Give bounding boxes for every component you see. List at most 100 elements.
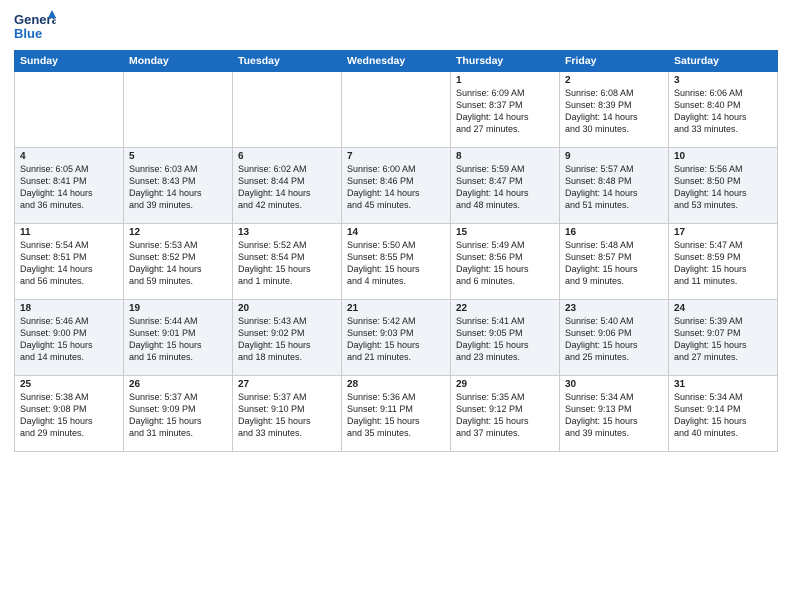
day-info: Sunrise: 6:02 AM Sunset: 8:44 PM Dayligh… <box>238 163 336 212</box>
day-info: Sunrise: 6:09 AM Sunset: 8:37 PM Dayligh… <box>456 87 554 136</box>
day-cell: 21Sunrise: 5:42 AM Sunset: 9:03 PM Dayli… <box>342 300 451 376</box>
day-info: Sunrise: 6:00 AM Sunset: 8:46 PM Dayligh… <box>347 163 445 212</box>
day-cell <box>233 72 342 148</box>
header-day-friday: Friday <box>560 51 669 72</box>
day-cell: 5Sunrise: 6:03 AM Sunset: 8:43 PM Daylig… <box>124 148 233 224</box>
day-number: 9 <box>565 151 663 162</box>
day-number: 8 <box>456 151 554 162</box>
day-number: 1 <box>456 75 554 86</box>
calendar-table: SundayMondayTuesdayWednesdayThursdayFrid… <box>14 50 778 452</box>
svg-text:General: General <box>14 12 56 27</box>
day-cell <box>15 72 124 148</box>
day-number: 12 <box>129 227 227 238</box>
day-cell: 14Sunrise: 5:50 AM Sunset: 8:55 PM Dayli… <box>342 224 451 300</box>
day-cell: 7Sunrise: 6:00 AM Sunset: 8:46 PM Daylig… <box>342 148 451 224</box>
day-cell: 6Sunrise: 6:02 AM Sunset: 8:44 PM Daylig… <box>233 148 342 224</box>
day-number: 13 <box>238 227 336 238</box>
day-number: 23 <box>565 303 663 314</box>
day-number: 15 <box>456 227 554 238</box>
day-cell <box>342 72 451 148</box>
day-number: 7 <box>347 151 445 162</box>
day-number: 11 <box>20 227 118 238</box>
header-day-wednesday: Wednesday <box>342 51 451 72</box>
day-cell: 15Sunrise: 5:49 AM Sunset: 8:56 PM Dayli… <box>451 224 560 300</box>
day-cell: 28Sunrise: 5:36 AM Sunset: 9:11 PM Dayli… <box>342 376 451 452</box>
header-day-tuesday: Tuesday <box>233 51 342 72</box>
day-number: 27 <box>238 379 336 390</box>
week-row-1: 1Sunrise: 6:09 AM Sunset: 8:37 PM Daylig… <box>15 72 778 148</box>
day-number: 4 <box>20 151 118 162</box>
day-info: Sunrise: 5:43 AM Sunset: 9:02 PM Dayligh… <box>238 315 336 364</box>
day-info: Sunrise: 5:34 AM Sunset: 9:14 PM Dayligh… <box>674 391 772 440</box>
header-day-saturday: Saturday <box>669 51 778 72</box>
day-info: Sunrise: 5:37 AM Sunset: 9:10 PM Dayligh… <box>238 391 336 440</box>
day-number: 19 <box>129 303 227 314</box>
day-number: 10 <box>674 151 772 162</box>
day-info: Sunrise: 6:05 AM Sunset: 8:41 PM Dayligh… <box>20 163 118 212</box>
day-cell: 29Sunrise: 5:35 AM Sunset: 9:12 PM Dayli… <box>451 376 560 452</box>
day-number: 16 <box>565 227 663 238</box>
header-day-monday: Monday <box>124 51 233 72</box>
calendar-header: SundayMondayTuesdayWednesdayThursdayFrid… <box>15 51 778 72</box>
day-info: Sunrise: 5:52 AM Sunset: 8:54 PM Dayligh… <box>238 239 336 288</box>
day-number: 28 <box>347 379 445 390</box>
week-row-2: 4Sunrise: 6:05 AM Sunset: 8:41 PM Daylig… <box>15 148 778 224</box>
day-number: 21 <box>347 303 445 314</box>
day-cell: 1Sunrise: 6:09 AM Sunset: 8:37 PM Daylig… <box>451 72 560 148</box>
logo-svg: GeneralBlue <box>14 10 56 42</box>
week-row-5: 25Sunrise: 5:38 AM Sunset: 9:08 PM Dayli… <box>15 376 778 452</box>
day-number: 22 <box>456 303 554 314</box>
week-row-3: 11Sunrise: 5:54 AM Sunset: 8:51 PM Dayli… <box>15 224 778 300</box>
day-info: Sunrise: 5:54 AM Sunset: 8:51 PM Dayligh… <box>20 239 118 288</box>
day-cell: 18Sunrise: 5:46 AM Sunset: 9:00 PM Dayli… <box>15 300 124 376</box>
day-info: Sunrise: 5:38 AM Sunset: 9:08 PM Dayligh… <box>20 391 118 440</box>
day-info: Sunrise: 5:53 AM Sunset: 8:52 PM Dayligh… <box>129 239 227 288</box>
header-row: SundayMondayTuesdayWednesdayThursdayFrid… <box>15 51 778 72</box>
day-cell: 27Sunrise: 5:37 AM Sunset: 9:10 PM Dayli… <box>233 376 342 452</box>
day-cell: 9Sunrise: 5:57 AM Sunset: 8:48 PM Daylig… <box>560 148 669 224</box>
day-info: Sunrise: 5:50 AM Sunset: 8:55 PM Dayligh… <box>347 239 445 288</box>
header-day-thursday: Thursday <box>451 51 560 72</box>
day-info: Sunrise: 5:59 AM Sunset: 8:47 PM Dayligh… <box>456 163 554 212</box>
day-info: Sunrise: 5:42 AM Sunset: 9:03 PM Dayligh… <box>347 315 445 364</box>
day-cell: 22Sunrise: 5:41 AM Sunset: 9:05 PM Dayli… <box>451 300 560 376</box>
day-number: 6 <box>238 151 336 162</box>
day-cell: 11Sunrise: 5:54 AM Sunset: 8:51 PM Dayli… <box>15 224 124 300</box>
header: GeneralBlue <box>14 10 778 42</box>
day-info: Sunrise: 5:41 AM Sunset: 9:05 PM Dayligh… <box>456 315 554 364</box>
day-number: 18 <box>20 303 118 314</box>
logo: GeneralBlue <box>14 10 56 42</box>
day-info: Sunrise: 6:03 AM Sunset: 8:43 PM Dayligh… <box>129 163 227 212</box>
day-cell: 19Sunrise: 5:44 AM Sunset: 9:01 PM Dayli… <box>124 300 233 376</box>
day-info: Sunrise: 5:40 AM Sunset: 9:06 PM Dayligh… <box>565 315 663 364</box>
day-number: 26 <box>129 379 227 390</box>
day-number: 30 <box>565 379 663 390</box>
day-info: Sunrise: 6:06 AM Sunset: 8:40 PM Dayligh… <box>674 87 772 136</box>
day-number: 24 <box>674 303 772 314</box>
day-info: Sunrise: 5:37 AM Sunset: 9:09 PM Dayligh… <box>129 391 227 440</box>
day-cell <box>124 72 233 148</box>
day-info: Sunrise: 5:34 AM Sunset: 9:13 PM Dayligh… <box>565 391 663 440</box>
day-cell: 12Sunrise: 5:53 AM Sunset: 8:52 PM Dayli… <box>124 224 233 300</box>
day-number: 5 <box>129 151 227 162</box>
day-cell: 31Sunrise: 5:34 AM Sunset: 9:14 PM Dayli… <box>669 376 778 452</box>
day-cell: 30Sunrise: 5:34 AM Sunset: 9:13 PM Dayli… <box>560 376 669 452</box>
day-cell: 10Sunrise: 5:56 AM Sunset: 8:50 PM Dayli… <box>669 148 778 224</box>
day-info: Sunrise: 5:44 AM Sunset: 9:01 PM Dayligh… <box>129 315 227 364</box>
day-info: Sunrise: 5:48 AM Sunset: 8:57 PM Dayligh… <box>565 239 663 288</box>
day-info: Sunrise: 5:39 AM Sunset: 9:07 PM Dayligh… <box>674 315 772 364</box>
day-cell: 13Sunrise: 5:52 AM Sunset: 8:54 PM Dayli… <box>233 224 342 300</box>
day-info: Sunrise: 6:08 AM Sunset: 8:39 PM Dayligh… <box>565 87 663 136</box>
day-cell: 25Sunrise: 5:38 AM Sunset: 9:08 PM Dayli… <box>15 376 124 452</box>
day-number: 25 <box>20 379 118 390</box>
day-cell: 17Sunrise: 5:47 AM Sunset: 8:59 PM Dayli… <box>669 224 778 300</box>
day-cell: 26Sunrise: 5:37 AM Sunset: 9:09 PM Dayli… <box>124 376 233 452</box>
day-cell: 3Sunrise: 6:06 AM Sunset: 8:40 PM Daylig… <box>669 72 778 148</box>
day-info: Sunrise: 5:56 AM Sunset: 8:50 PM Dayligh… <box>674 163 772 212</box>
week-row-4: 18Sunrise: 5:46 AM Sunset: 9:00 PM Dayli… <box>15 300 778 376</box>
day-cell: 20Sunrise: 5:43 AM Sunset: 9:02 PM Dayli… <box>233 300 342 376</box>
day-cell: 2Sunrise: 6:08 AM Sunset: 8:39 PM Daylig… <box>560 72 669 148</box>
day-cell: 4Sunrise: 6:05 AM Sunset: 8:41 PM Daylig… <box>15 148 124 224</box>
day-cell: 8Sunrise: 5:59 AM Sunset: 8:47 PM Daylig… <box>451 148 560 224</box>
day-number: 17 <box>674 227 772 238</box>
